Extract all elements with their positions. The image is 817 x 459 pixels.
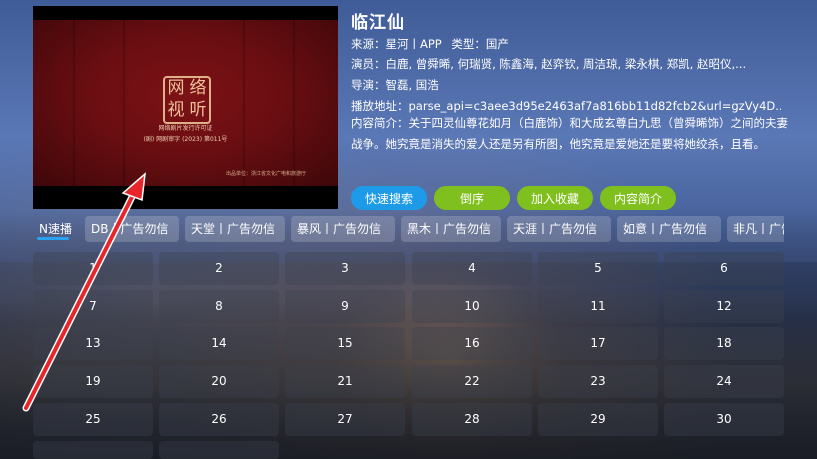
type-label: 类型： (451, 37, 486, 51)
video-player[interactable]: 网 络 视 听 网络剧片发行许可证 (剧) 网剧审字 (2023) 第011号 … (33, 6, 338, 209)
quick-search-button[interactable]: 快速搜索 (351, 186, 427, 210)
director-row: 导演：智磊, 国浩 (351, 77, 781, 93)
episode-button[interactable]: 14 (159, 327, 279, 360)
source-tab[interactable]: 如意丨广告勿信 (617, 216, 721, 242)
curtain-fold (73, 20, 75, 186)
episode-button[interactable]: 26 (159, 403, 279, 436)
curtain-fold (293, 20, 295, 186)
episode-button[interactable]: 12 (664, 290, 784, 323)
source-tab[interactable]: 天涯丨广告勿信 (507, 216, 611, 242)
episode-button[interactable]: 1 (33, 252, 153, 285)
episode-button[interactable]: 3 (285, 252, 405, 285)
add-favorite-button[interactable]: 加入收藏 (517, 186, 593, 210)
episode-button-partial[interactable] (159, 441, 279, 459)
episode-button[interactable]: 15 (285, 327, 405, 360)
episode-button[interactable]: 22 (412, 365, 532, 398)
episode-button[interactable]: 7 (33, 290, 153, 323)
cast-label: 演员： (351, 57, 386, 71)
license-text: 网络剧片发行许可证 (158, 125, 213, 132)
play-url-row: 播放地址：parse_api=c3aee3d95e2463af7a816bb11… (351, 98, 781, 114)
license-number: (剧) 网剧审字 (2023) 第011号 (143, 136, 228, 143)
source-tabs: N速播 DB丨广告勿信 天堂丨广告勿信 暴风丨广告勿信 黑木丨广告勿信 天涯丨广… (33, 216, 784, 244)
source-tab[interactable]: 暴风丨广告勿信 (291, 216, 395, 242)
episode-button[interactable]: 24 (664, 365, 784, 398)
video-frame[interactable]: 网 络 视 听 网络剧片发行许可证 (剧) 网剧审字 (2023) 第011号 … (33, 20, 338, 186)
active-tab-indicator (37, 237, 69, 240)
episode-button[interactable]: 5 (538, 252, 658, 285)
episode-button[interactable]: 28 (412, 403, 532, 436)
seal-char: 网 (167, 78, 185, 98)
license-seal-logo: 网 络 视 听 (163, 76, 211, 124)
cast-row: 演员：白鹿, 曾舜晞, 何瑞贤, 陈鑫海, 赵弈钦, 周洁琼, 梁永棋, 郑凯,… (351, 56, 781, 72)
director-value: 智磊, 国浩 (385, 78, 439, 92)
episode-button[interactable]: 19 (33, 365, 153, 398)
synopsis-label: 内容简介： (351, 116, 409, 130)
episode-button[interactable]: 10 (412, 290, 532, 323)
source-tab[interactable]: DB丨广告勿信 (85, 216, 179, 242)
seal-char: 络 (189, 78, 207, 98)
url-value: parse_api=c3aee3d95e2463af7a816bb11d82fc… (408, 99, 782, 113)
show-title: 临江仙 (351, 13, 405, 33)
seal-char: 听 (189, 100, 207, 120)
episode-button[interactable]: 8 (159, 290, 279, 323)
type-value: 国产 (485, 37, 509, 51)
cast-value: 白鹿, 曾舜晞, 何瑞贤, 陈鑫海, 赵弈钦, 周洁琼, 梁永棋, 郑凯, 赵昭… (385, 57, 747, 71)
episode-button[interactable]: 21 (285, 365, 405, 398)
director-label: 导演： (351, 78, 386, 92)
episode-button[interactable]: 11 (538, 290, 658, 323)
studio-credit: 出品单位：浙江省文化广电和旅游厅 (225, 171, 306, 177)
episode-button[interactable]: 30 (664, 403, 784, 436)
episode-button[interactable]: 29 (538, 403, 658, 436)
source-tab[interactable]: 非凡丨广告勿信 (727, 216, 784, 242)
curtain-fold (243, 20, 245, 186)
source-value: 星河丨APP (385, 37, 442, 51)
episode-button[interactable]: 4 (412, 252, 532, 285)
episode-button[interactable]: 20 (159, 365, 279, 398)
episode-button[interactable]: 25 (33, 403, 153, 436)
episode-button[interactable]: 6 (664, 252, 784, 285)
episode-button[interactable]: 17 (538, 327, 658, 360)
url-label: 播放地址： (351, 99, 409, 113)
synopsis-block: 内容简介：关于四灵仙尊花如月（白鹿饰）和大成玄尊白九思（曾舜晞饰）之间的夫妻战争… (351, 113, 791, 155)
synopsis-button[interactable]: 内容简介 (600, 186, 676, 210)
synopsis-text: 关于四灵仙尊花如月（白鹿饰）和大成玄尊白九思（曾舜晞饰）之间的夫妻战争。她究竟是… (351, 116, 788, 151)
curtain-fold (123, 20, 125, 186)
episode-button[interactable]: 27 (285, 403, 405, 436)
episode-button[interactable]: 16 (412, 327, 532, 360)
source-tab[interactable]: 黑木丨广告勿信 (401, 216, 501, 242)
episode-button[interactable]: 9 (285, 290, 405, 323)
source-label: 来源： (351, 37, 386, 51)
episode-button[interactable]: 2 (159, 252, 279, 285)
source-row: 来源：星河丨APP 类型：国产 (351, 36, 791, 52)
episode-button[interactable]: 18 (664, 327, 784, 360)
reverse-order-button[interactable]: 倒序 (434, 186, 510, 210)
episode-button[interactable]: 23 (538, 365, 658, 398)
source-tab[interactable]: 天堂丨广告勿信 (185, 216, 285, 242)
episode-button[interactable]: 13 (33, 327, 153, 360)
episode-button-partial[interactable] (33, 441, 153, 459)
seal-char: 视 (167, 100, 185, 120)
